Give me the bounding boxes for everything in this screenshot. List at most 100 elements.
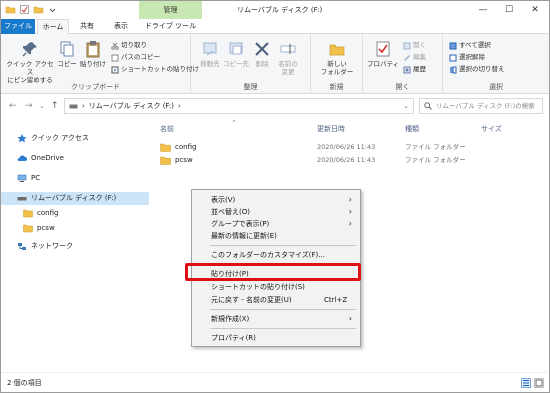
address-sep-2: › [178,102,181,110]
copy-label: コピー [57,60,77,68]
menu-separator [210,309,356,310]
recent-locations-button[interactable]: ⌄ [39,100,45,112]
pin-label-1: クイック アクセス [6,60,54,76]
menu-item-sort[interactable]: 並べ替え(O) › [192,206,360,218]
edit-button[interactable]: 編集 [403,53,426,62]
new-folder-label-1: 新しい [327,60,347,68]
pin-quick-access-button[interactable]: クイック アクセス にピン留めする [4,40,56,84]
tab-file[interactable]: ファイル [1,19,35,34]
new-folder-icon[interactable] [33,4,44,15]
tab-share[interactable]: 共有 [71,19,103,34]
tab-view[interactable]: 表示 [105,19,137,34]
column-header-type[interactable]: 種類 [405,124,419,134]
copy-to-label: コピー先 [223,60,249,68]
drive-icon [69,104,78,108]
copy-path-button[interactable]: パスのコピー [111,53,160,62]
delete-button[interactable]: 削除 [251,40,273,68]
copy-to-button[interactable]: コピー先 [223,40,249,68]
address-bar[interactable]: › リムーバブル ディスク (F:) › ⌄ [64,98,414,114]
open-button[interactable]: 開く [403,41,426,50]
table-row[interactable]: pcsw 2020/06/26 11:43 ファイル フォルダー [151,154,549,167]
title-bar: 管理 リムーバブル ディスク (F:) — ☐ ✕ [1,1,549,19]
nav-item-pc[interactable]: PC [1,172,149,185]
menu-label-refresh: 最新の情報に更新(E) [211,232,277,240]
minimize-button[interactable]: — [471,1,495,19]
menu-label-customize-folder: このフォルダーのカスタマイズ(F)... [211,251,325,259]
address-path: リムーバブル ディスク (F:) [88,102,175,110]
menu-item-paste-shortcut[interactable]: ショートカットの貼り付け(S) [192,281,360,293]
large-icons-view-button[interactable] [534,378,544,388]
invert-selection-button[interactable]: 選択の切り替え [449,65,505,74]
file-name: config [175,143,197,151]
back-button[interactable]: ← [9,100,17,112]
cut-label: 切り取り [121,41,147,49]
menu-item-group-by[interactable]: グループで表示(P) › [192,218,360,230]
properties-button[interactable]: プロパティ [366,40,400,68]
select-all-icon [449,42,457,49]
search-box[interactable]: リムーバブル ディスク (F:)の検索 [419,98,543,114]
quick-access-toolbar [5,4,58,15]
folder-icon [23,209,33,218]
clipboard-group-label: クリップボード [71,83,120,91]
new-group-label: 新規 [329,83,344,91]
maximize-button[interactable]: ☐ [497,1,521,19]
cut-button[interactable]: 切り取り [111,41,147,50]
menu-label-group-by: グループで表示(P) [211,220,270,228]
menu-item-customize-folder[interactable]: このフォルダーのカスタマイズ(F)... [192,249,360,261]
clipboard-icon [86,41,100,58]
menu-item-properties[interactable]: プロパティ(R) [192,332,360,344]
paste-button[interactable]: 貼り付け [79,40,107,68]
search-icon [424,102,432,110]
tab-home[interactable]: ホーム [37,19,69,34]
invert-selection-label: 選択の切り替え [459,65,505,73]
move-to-button[interactable]: 移動先 [197,40,223,68]
tab-drive-tools[interactable]: ドライブ ツール [139,19,202,34]
up-button[interactable]: ↑ [51,100,59,112]
menu-item-undo-rename[interactable]: 元に戻す - 名前の変更(U) Ctrl+Z [192,294,360,306]
new-folder-button[interactable]: 新しい フォルダー [315,40,359,76]
menu-item-view[interactable]: 表示(V) › [192,194,360,206]
forward-button[interactable]: → [25,100,33,112]
table-row[interactable]: config 2020/06/26 11:43 ファイル フォルダー [151,141,549,154]
details-view-button[interactable] [521,378,531,388]
manage-tab-header[interactable]: 管理 [139,1,202,19]
column-header-size[interactable]: サイズ [481,124,502,134]
new-folder-icon [329,44,345,56]
nav-label-config: config [37,209,59,217]
chevron-down-icon[interactable] [47,4,58,15]
paste-shortcut-button[interactable]: ショートカットの貼り付け [111,65,199,74]
nav-item-network[interactable]: ネットワーク [1,240,149,253]
history-button[interactable]: 履歴 [403,65,426,74]
navigation-pane: クイック アクセス OneDrive PC リムーバブル ディスク (F:) c… [1,119,149,371]
menu-item-refresh[interactable]: 最新の情報に更新(E) [192,230,360,242]
nav-label-removable-disk: リムーバブル ディスク (F:) [31,194,117,202]
pin-icon [22,42,37,57]
select-all-label: すべて選択 [459,41,491,49]
column-header-date[interactable]: 更新日時 [317,124,345,134]
menu-label-sort: 並べ替え(O) [211,208,250,216]
nav-item-quick-access[interactable]: クイック アクセス [1,132,149,145]
file-date: 2020/06/26 11:43 [317,156,376,164]
menu-item-new[interactable]: 新規作成(X) › [192,313,360,325]
nav-item-removable-disk[interactable]: リムーバブル ディスク (F:) [1,192,149,205]
copy-button[interactable]: コピー [56,40,78,68]
rename-button[interactable]: 名前の 変更 [275,40,301,76]
select-none-label: 選択解除 [459,53,485,61]
star-icon [17,134,27,143]
select-all-button[interactable]: すべて選択 [449,41,491,50]
address-dropdown-icon[interactable]: ⌄ [403,99,409,113]
close-button[interactable]: ✕ [523,1,547,19]
submenu-arrow-icon: › [348,314,352,323]
open-label: 開く [413,41,426,49]
nav-item-onedrive[interactable]: OneDrive [1,152,149,165]
folder-icon [5,6,16,14]
nav-item-config[interactable]: config [1,207,149,220]
details-view-icon [523,380,529,386]
folder-icon [160,156,171,165]
computer-icon [17,174,27,182]
column-header-name[interactable]: 名前 [160,124,174,134]
properties-check-icon[interactable] [19,4,30,15]
nav-item-pcsw[interactable]: pcsw [1,222,149,235]
window-title: リムーバブル ディスク (F:) [237,6,323,14]
select-none-button[interactable]: 選択解除 [449,53,485,62]
